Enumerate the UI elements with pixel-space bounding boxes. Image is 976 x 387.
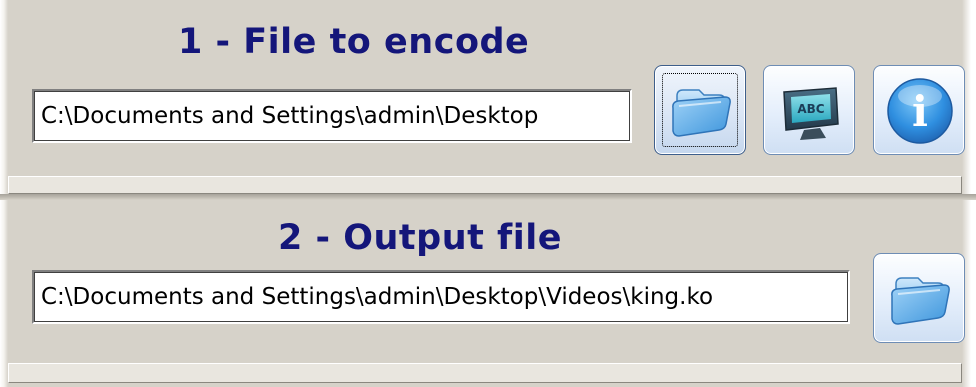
output-file-heading: 2 - Output file bbox=[278, 218, 562, 258]
info-button[interactable]: i bbox=[873, 65, 965, 155]
focus-ring bbox=[662, 73, 738, 147]
section-separator bbox=[8, 176, 962, 194]
separator-shadow bbox=[0, 194, 976, 200]
abc-label: ABC bbox=[797, 102, 824, 116]
folder-icon bbox=[891, 277, 950, 325]
info-letter: i bbox=[912, 87, 928, 136]
encoder-panel: 1 - File to encode C:\Documents and Sett… bbox=[0, 0, 976, 387]
abc-monitor-icon: ABC bbox=[783, 87, 839, 140]
input-file-path-field[interactable]: C:\Documents and Settings\admin\Desktop bbox=[32, 89, 632, 143]
subtitles-button[interactable]: ABC bbox=[763, 65, 855, 155]
output-folder-button[interactable] bbox=[873, 253, 965, 343]
output-file-path-field[interactable]: C:\Documents and Settings\admin\Desktop\… bbox=[32, 270, 850, 324]
file-to-encode-heading: 1 - File to encode bbox=[178, 22, 530, 62]
info-icon: i bbox=[887, 78, 953, 144]
open-file-button[interactable] bbox=[654, 65, 746, 155]
bottom-separator bbox=[8, 363, 962, 383]
